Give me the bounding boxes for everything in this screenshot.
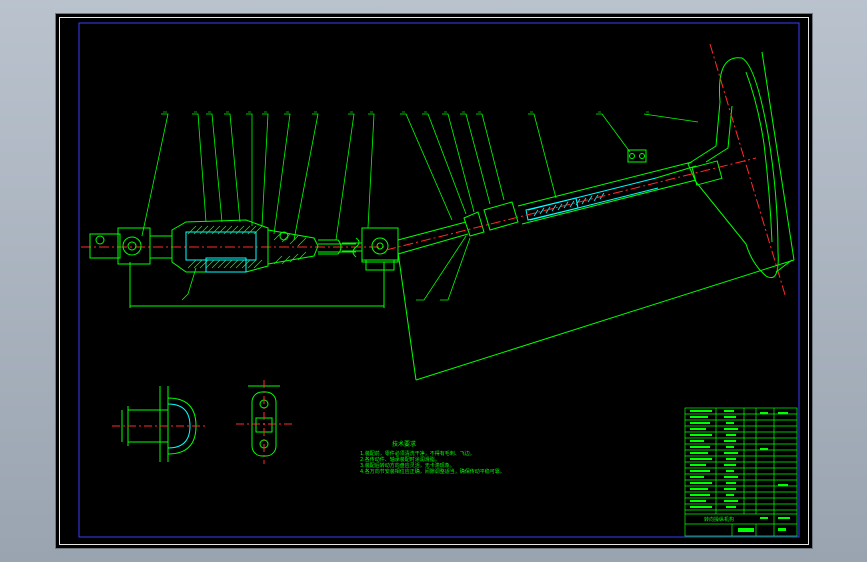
column-centerline — [385, 157, 757, 251]
tech-requirement-line-3: 3.装配后转动方向盘应灵活，无卡滞现象。 — [360, 462, 455, 469]
left-universal-joint — [89, 227, 173, 265]
title-block-highlight — [738, 528, 754, 532]
wheel-centerline — [709, 43, 787, 299]
drawing-sheet: 技术要求 1.装配前，零件必须清洗干净，不得有毛刺、飞边。 2.各传动件、轴承装… — [56, 14, 812, 548]
steering-wheel — [687, 57, 779, 278]
tech-requirements-heading: 技术要求 — [392, 440, 416, 448]
tech-requirement-line-2: 2.各传动件、轴承装配时涂润滑脂。 — [360, 456, 440, 463]
tech-requirement-line-4: 4.各万向节安装相位应正确，间隙调整适当，确保传动平稳可靠。 — [360, 468, 505, 475]
tech-requirement-line-1: 1.装配前，零件必须清洗干净，不得有毛刺、飞边。 — [360, 450, 475, 457]
technical-requirements: 技术要求 1.装配前，零件必须清洗干净，不得有毛刺、飞边。 2.各传动件、轴承装… — [360, 440, 505, 475]
parts-list-entries — [690, 410, 790, 531]
column-length-dimension — [397, 51, 795, 381]
column-clamp — [627, 149, 647, 163]
title-block-name: 转向操纵机构 — [704, 516, 734, 523]
column-tube — [397, 161, 697, 255]
steering-gear-housing — [171, 219, 356, 273]
middle-universal-joint — [361, 227, 399, 271]
u-bracket-detail-view — [121, 386, 197, 462]
steering-column-assembly — [81, 43, 795, 381]
cad-drawing-canvas: 技术要求 1.装配前，零件必须清洗干净，不得有毛刺、飞边。 2.各传动件、轴承装… — [78, 22, 800, 538]
